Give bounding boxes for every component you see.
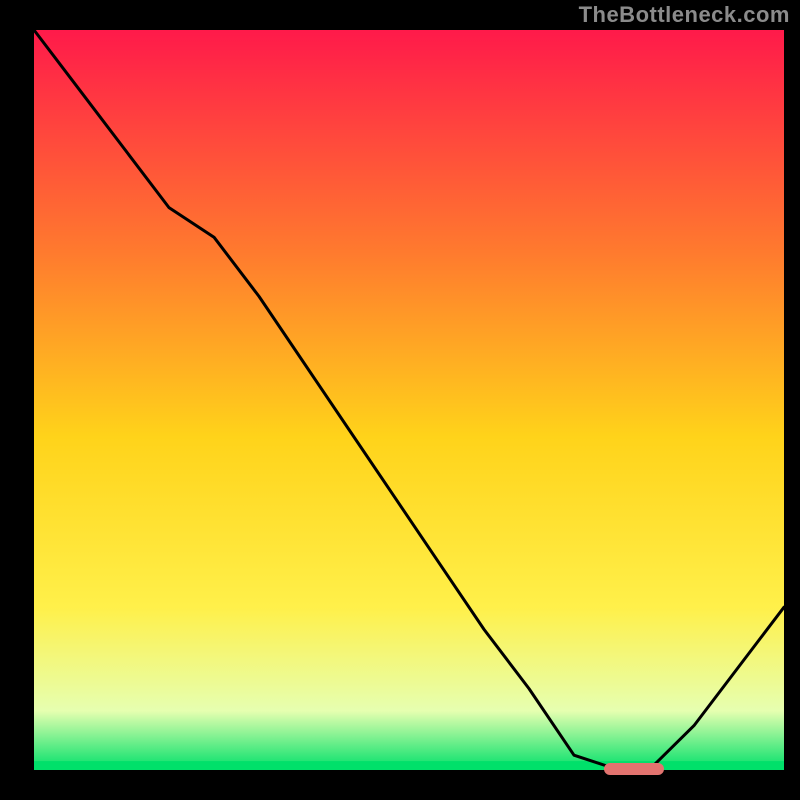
chart-frame: { "watermark": "TheBottleneck.com", "col… [0, 0, 800, 800]
gradient-background [34, 30, 784, 770]
optimal-range-marker [604, 763, 664, 775]
bottleneck-chart [0, 0, 800, 800]
green-baseline [34, 761, 784, 770]
